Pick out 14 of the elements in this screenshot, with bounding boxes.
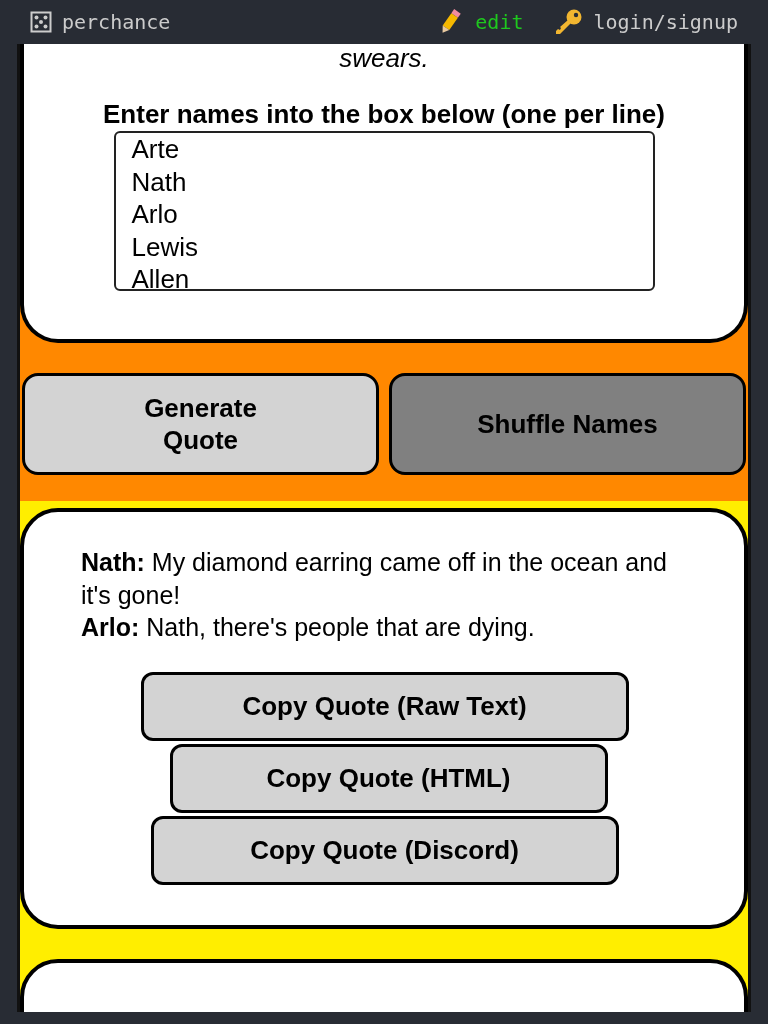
login-link[interactable]: login/signup [593, 10, 738, 34]
intro-text: swears. [338, 44, 430, 72]
dice-icon [30, 11, 52, 33]
names-heading: Enter names into the box below (one per line) [102, 98, 666, 130]
action-button[interactable]: Generate Quote [22, 373, 379, 475]
copy-button[interactable]: Copy Quote (Raw Text) [140, 671, 629, 741]
quote-line: Arlo: Nath, there's people that are dying. [81, 612, 536, 643]
action-button[interactable]: Shuffle Names [389, 373, 746, 475]
copy-button[interactable]: Copy Quote (HTML) [169, 743, 608, 813]
copy-button[interactable]: Copy Quote (Discord) [150, 815, 619, 885]
edit-link[interactable]: edit [475, 10, 524, 34]
site-link[interactable]: perchance [62, 10, 171, 34]
names-field[interactable]: Arte Nath Arlo Lewis Allen [113, 131, 655, 291]
quote-line: Nath: My diamond earring came off in the ocean and it's gone! [81, 547, 668, 611]
